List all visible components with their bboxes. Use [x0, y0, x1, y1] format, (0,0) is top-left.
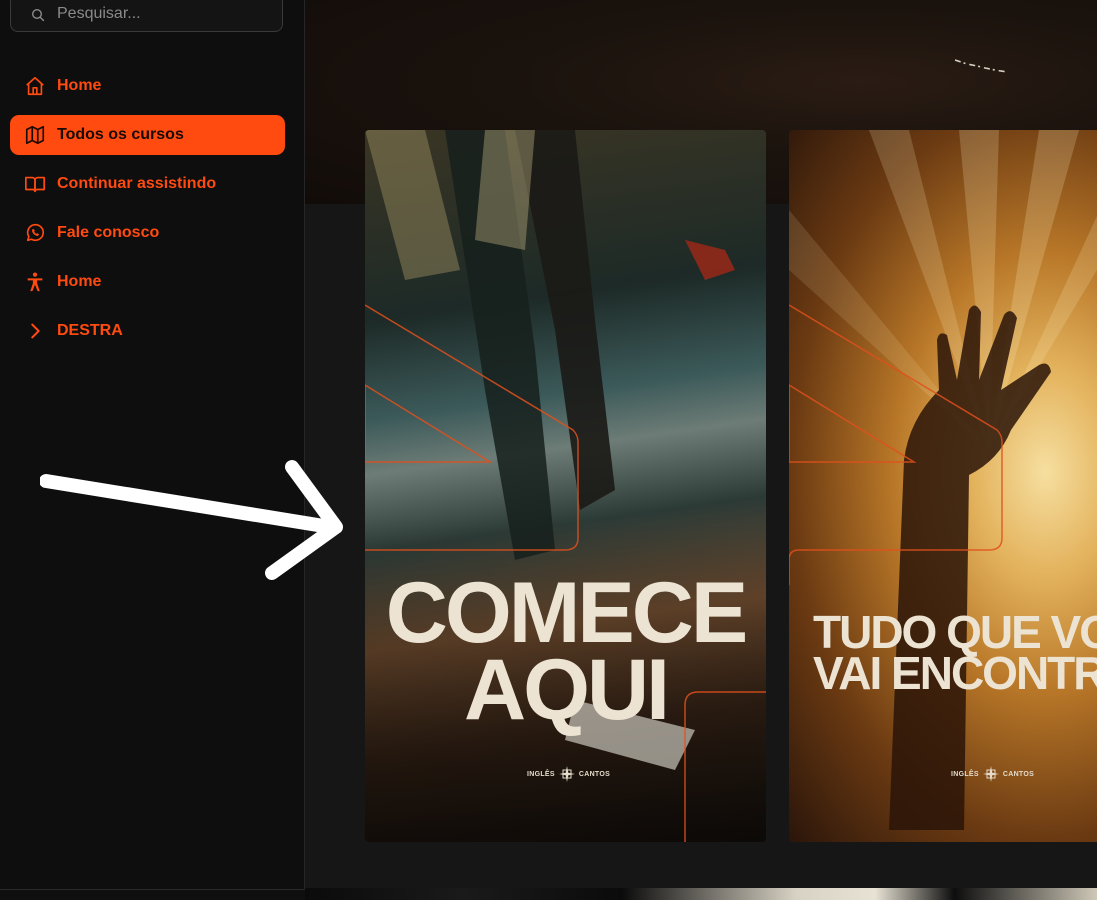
search-box[interactable] — [10, 0, 283, 32]
card-title: TUDO QUE VO VAI ENCONTR — [813, 609, 1097, 700]
sidebar-item-label: Todos os cursos — [57, 126, 184, 143]
main-content: COMECE AQUI INGLÊS CANTOS TUDO QUE VO VA… — [305, 0, 1097, 900]
course-card-comece-aqui[interactable]: COMECE AQUI INGLÊS CANTOS — [365, 130, 766, 842]
card-title: COMECE AQUI — [365, 565, 766, 739]
lower-banner-strip — [305, 888, 1097, 900]
brand-right-text: CANTOS — [1002, 770, 1035, 778]
sidebar-item-home[interactable]: Home — [10, 66, 285, 106]
sidebar-item-continuar-assistindo[interactable]: Continuar assistindo — [10, 164, 285, 204]
sidebar-item-todos-os-cursos[interactable]: Todos os cursos — [10, 115, 285, 155]
sidebar-item-destra[interactable]: DESTRA — [10, 311, 285, 351]
banner-texture — [955, 59, 1008, 73]
sidebar-item-accessibility-home[interactable]: Home — [10, 262, 285, 302]
brand-right-text: CANTOS — [578, 770, 611, 778]
sidebar-item-fale-conosco[interactable]: Fale conosco — [10, 213, 285, 253]
brand-star-icon — [982, 766, 999, 782]
brand-left-text: INGLÊS — [527, 770, 555, 778]
brand-logo: INGLÊS CANTOS — [527, 766, 610, 782]
whatsapp-icon — [24, 222, 46, 244]
sidebar-item-label: Home — [57, 77, 102, 94]
sidebar-item-label: Home — [57, 273, 102, 290]
book-open-icon — [24, 173, 46, 195]
card-title-line-1: COMECE — [385, 565, 748, 661]
sidebar-item-label: DESTRA — [57, 322, 123, 339]
chevron-right-icon — [24, 320, 46, 342]
card-frame-decoration — [789, 130, 1097, 830]
sidebar: Home Todos os cursos Continuar assistind… — [0, 0, 305, 890]
sidebar-item-label: Fale conosco — [57, 224, 160, 241]
sidebar-nav: Home Todos os cursos Continuar assistind… — [10, 66, 285, 360]
sidebar-bottom-divider — [0, 889, 304, 890]
course-card-tudo-que-voce[interactable]: TUDO QUE VO VAI ENCONTR INGLÊS CANTOS — [789, 130, 1097, 842]
brand-logo: INGLÊS CANTOS — [951, 766, 1034, 782]
home-icon — [24, 75, 46, 97]
sidebar-item-label: Continuar assistindo — [57, 175, 217, 192]
brand-left-text: INGLÊS — [951, 770, 979, 778]
map-icon — [24, 124, 46, 146]
accessibility-icon — [24, 271, 46, 293]
brand-star-icon — [558, 766, 575, 782]
card-title-line-2: VAI ENCONTR — [813, 647, 1097, 700]
card-title-line-2: AQUI — [464, 642, 670, 739]
arrow-right-icon — [40, 460, 343, 580]
search-icon — [31, 8, 45, 22]
search-input[interactable] — [55, 2, 269, 26]
